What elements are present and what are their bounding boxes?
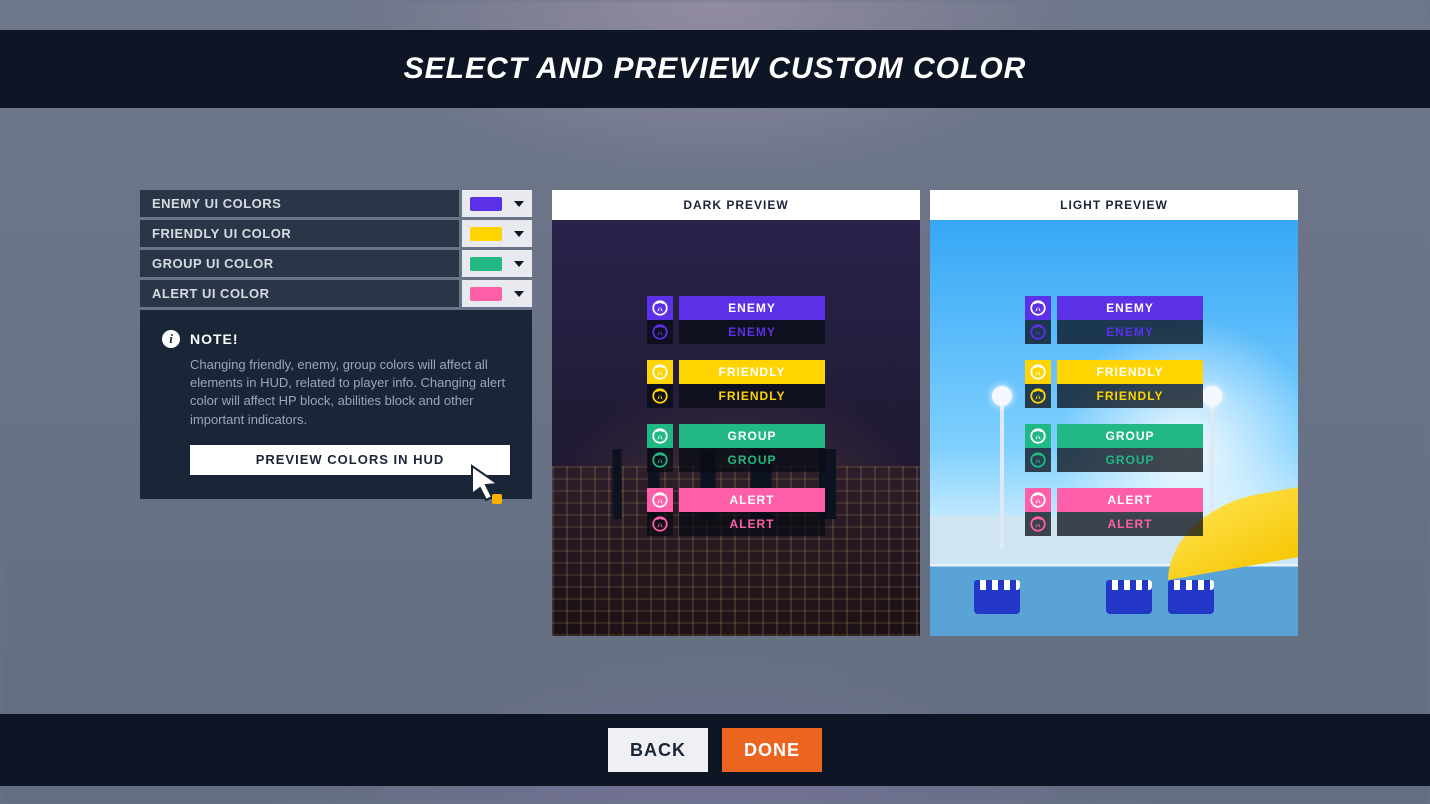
- chip-group-filled: GROUP: [647, 424, 825, 448]
- setting-row-group: GROUP UI COLOR: [140, 250, 532, 277]
- chip-friendly-filled: FRIENDLY: [1025, 360, 1203, 384]
- light-preview-panel: LIGHT PREVIEW ENEMYENEMY FRIENDLYFRIENDLY…: [930, 190, 1298, 636]
- chip-label: ALERT: [1057, 488, 1203, 512]
- swatch-friendly: [470, 227, 502, 241]
- note-box: i NOTE! Changing friendly, enemy, group …: [140, 310, 532, 499]
- chip-label: GROUP: [679, 448, 825, 472]
- chip-alert-filled: ALERT: [647, 488, 825, 512]
- chip-label: GROUP: [1057, 448, 1203, 472]
- setting-row-enemy: ENEMY UI COLORS: [140, 190, 532, 217]
- overwatch-icon: [647, 320, 673, 344]
- overwatch-icon: [647, 448, 673, 472]
- chip-label: FRIENDLY: [679, 384, 825, 408]
- chip-label: FRIENDLY: [1057, 360, 1203, 384]
- chip-enemy-filled: ENEMY: [1025, 296, 1203, 320]
- chip-group-filled: GROUP: [1025, 424, 1203, 448]
- chip-label: ALERT: [679, 512, 825, 536]
- chevron-down-icon: [514, 201, 524, 207]
- chevron-down-icon: [514, 291, 524, 297]
- setting-row-alert: ALERT UI COLOR: [140, 280, 532, 307]
- settings-panel: ENEMY UI COLORS FRIENDLY UI COLOR GROUP UI…: [140, 190, 532, 499]
- preview-colors-in-hud-button[interactable]: PREVIEW COLORS IN HUD: [190, 445, 510, 475]
- light-preview-body: ENEMYENEMY FRIENDLYFRIENDLY GROUPGROUP ALER…: [930, 220, 1298, 636]
- chip-enemy-outlined: ENEMY: [1025, 320, 1203, 344]
- overwatch-icon: [647, 488, 673, 512]
- chip-label: GROUP: [1057, 424, 1203, 448]
- back-button[interactable]: BACK: [608, 728, 708, 772]
- chip-label: FRIENDLY: [679, 360, 825, 384]
- overwatch-icon: [647, 384, 673, 408]
- light-preview-title: LIGHT PREVIEW: [930, 190, 1298, 220]
- overwatch-icon: [1025, 448, 1051, 472]
- dark-preview-title: DARK PREVIEW: [552, 190, 920, 220]
- setting-label-group: GROUP UI COLOR: [140, 250, 459, 277]
- chevron-down-icon: [514, 261, 524, 267]
- swatch-alert: [470, 287, 502, 301]
- overwatch-icon: [647, 296, 673, 320]
- overwatch-icon: [647, 424, 673, 448]
- chip-enemy-outlined: ENEMY: [647, 320, 825, 344]
- chevron-down-icon: [514, 231, 524, 237]
- setting-label-alert: ALERT UI COLOR: [140, 280, 459, 307]
- setting-label-enemy: ENEMY UI COLORS: [140, 190, 459, 217]
- chip-friendly-outlined: FRIENDLY: [647, 384, 825, 408]
- chip-enemy-filled: ENEMY: [647, 296, 825, 320]
- dark-preview-panel: DARK PREVIEW ENEMYENEMY FRIENDLYFRIENDLY G…: [552, 190, 920, 636]
- overwatch-icon: [647, 512, 673, 536]
- color-picker-group[interactable]: [462, 250, 532, 277]
- overwatch-icon: [1025, 296, 1051, 320]
- chip-label: GROUP: [679, 424, 825, 448]
- overwatch-icon: [1025, 512, 1051, 536]
- chip-label: ENEMY: [679, 320, 825, 344]
- chip-alert-filled: ALERT: [1025, 488, 1203, 512]
- chip-label: FRIENDLY: [1057, 384, 1203, 408]
- setting-label-friendly: FRIENDLY UI COLOR: [140, 220, 459, 247]
- swatch-group: [470, 257, 502, 271]
- chip-label: ENEMY: [1057, 296, 1203, 320]
- overwatch-icon: [1025, 384, 1051, 408]
- chip-label: ALERT: [1057, 512, 1203, 536]
- setting-row-friendly: FRIENDLY UI COLOR: [140, 220, 532, 247]
- chip-label: ENEMY: [679, 296, 825, 320]
- chip-group-outlined: GROUP: [1025, 448, 1203, 472]
- color-picker-enemy[interactable]: [462, 190, 532, 217]
- header-bar: SELECT AND PREVIEW CUSTOM COLOR: [0, 30, 1430, 108]
- info-icon: i: [162, 330, 180, 348]
- overwatch-icon: [1025, 424, 1051, 448]
- note-body: Changing friendly, enemy, group colors w…: [190, 356, 510, 429]
- chip-alert-outlined: ALERT: [1025, 512, 1203, 536]
- chip-group-outlined: GROUP: [647, 448, 825, 472]
- swatch-enemy: [470, 197, 502, 211]
- overwatch-icon: [1025, 488, 1051, 512]
- overwatch-icon: [1025, 320, 1051, 344]
- done-button[interactable]: DONE: [722, 728, 822, 772]
- color-picker-alert[interactable]: [462, 280, 532, 307]
- overwatch-icon: [1025, 360, 1051, 384]
- color-picker-friendly[interactable]: [462, 220, 532, 247]
- note-title: NOTE!: [190, 331, 239, 347]
- footer-bar: BACK DONE: [0, 714, 1430, 786]
- chip-label: ENEMY: [1057, 320, 1203, 344]
- chip-friendly-outlined: FRIENDLY: [1025, 384, 1203, 408]
- page-title: SELECT AND PREVIEW CUSTOM COLOR: [404, 52, 1027, 86]
- overwatch-icon: [647, 360, 673, 384]
- chip-label: ALERT: [679, 488, 825, 512]
- dark-preview-body: ENEMYENEMY FRIENDLYFRIENDLY GROUPGROUP ALER…: [552, 220, 920, 636]
- chip-friendly-filled: FRIENDLY: [647, 360, 825, 384]
- chip-alert-outlined: ALERT: [647, 512, 825, 536]
